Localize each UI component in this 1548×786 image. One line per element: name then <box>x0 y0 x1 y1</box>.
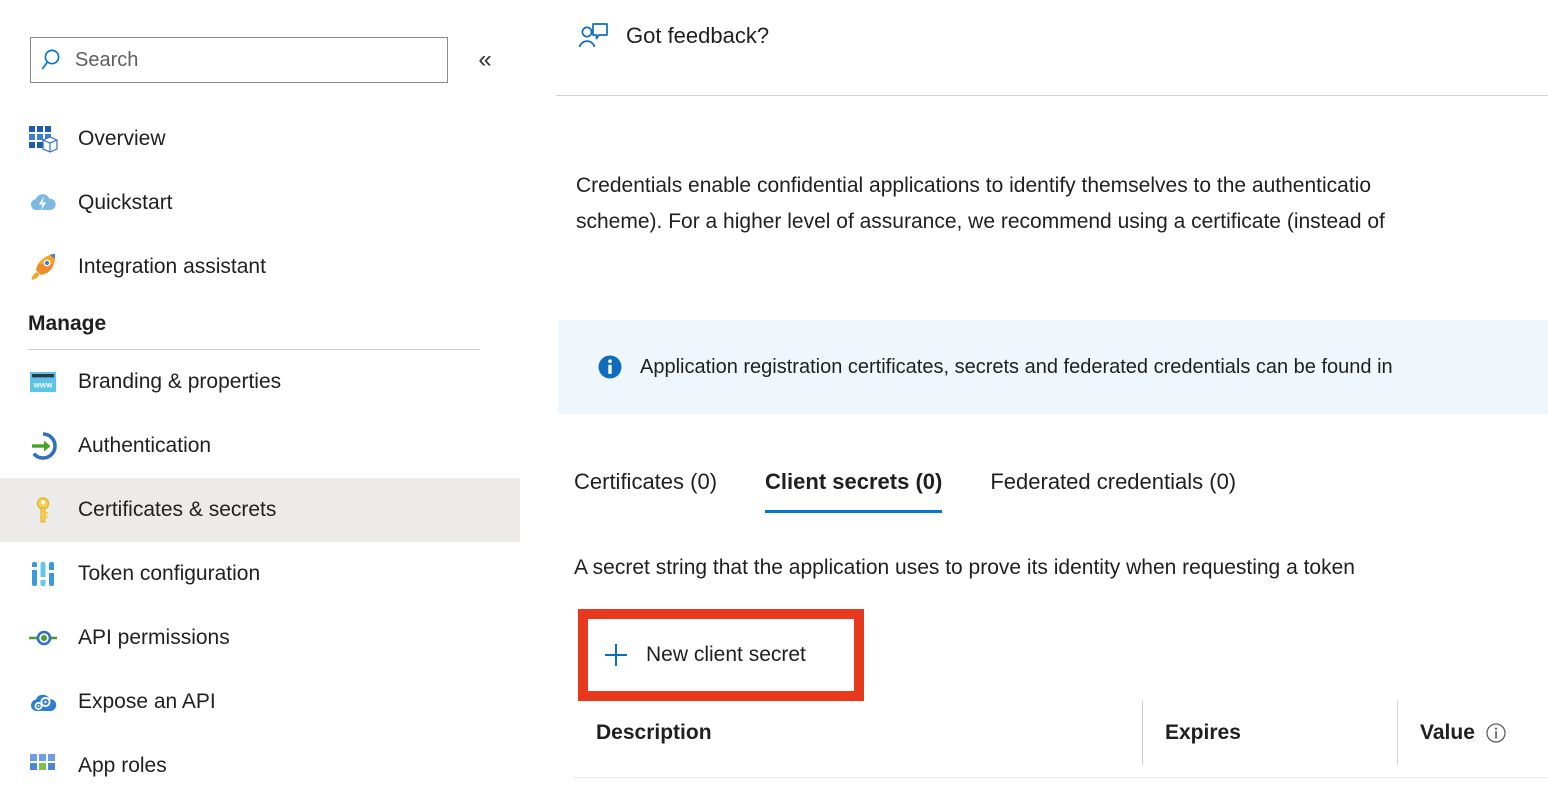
table-header-divider <box>574 777 1548 778</box>
sidebar-item-label: Certificates & secrets <box>78 497 276 523</box>
got-feedback-button[interactable]: Got feedback? <box>576 19 769 53</box>
tab-client-secrets[interactable]: Client secrets (0) <box>765 468 942 513</box>
sidebar-item-label: Overview <box>78 126 166 152</box>
credentials-intro-text: Credentials enable confidential applicat… <box>576 168 1548 240</box>
browser-www-icon: www <box>28 367 58 397</box>
command-bar-divider <box>556 95 1548 96</box>
sidebar-item-app-roles[interactable]: App roles <box>0 734 520 786</box>
sidebar-item-label: Branding & properties <box>78 369 281 395</box>
api-node-icon <box>28 623 58 653</box>
sign-in-arrow-icon <box>28 431 58 461</box>
client-secrets-table: Description Expires Value <box>574 701 1548 765</box>
sidebar-section-title: Manage <box>28 311 520 349</box>
sidebar-item-authentication[interactable]: Authentication <box>0 414 520 478</box>
azure-portal-page: « <box>0 0 1548 786</box>
overview-grid-icon <box>28 124 58 154</box>
new-client-secret-button[interactable]: New client secret <box>588 619 854 691</box>
column-header-label: Value <box>1420 720 1475 746</box>
sidebar-item-quickstart[interactable]: Quickstart <box>0 171 520 235</box>
sidebar-item-label: Integration assistant <box>78 254 266 280</box>
cloud-gears-icon <box>28 687 58 717</box>
column-header-label: Description <box>596 720 712 746</box>
sidebar-item-expose-an-api[interactable]: Expose an API <box>0 670 520 734</box>
credential-tabs: Certificates (0) Client secrets (0) Fede… <box>574 468 1236 513</box>
search-icon <box>41 47 67 73</box>
search-input[interactable] <box>75 48 437 72</box>
rocket-icon <box>28 252 58 282</box>
sidebar: « <box>0 0 556 786</box>
sidebar-item-label: App roles <box>78 753 167 779</box>
sidebar-item-token-configuration[interactable]: Token configuration <box>0 542 520 606</box>
key-icon <box>28 495 58 525</box>
table-header-row: Description Expires Value <box>574 701 1548 765</box>
column-header-value: Value <box>1397 701 1548 765</box>
sidebar-item-integration-assistant[interactable]: Integration assistant <box>0 235 520 299</box>
column-header-expires: Expires <box>1142 701 1397 765</box>
sidebar-item-label: Expose an API <box>78 689 216 715</box>
svg-text:www: www <box>33 381 53 390</box>
sidebar-item-overview[interactable]: Overview <box>0 107 520 171</box>
sidebar-item-certificates-secrets[interactable]: Certificates & secrets <box>0 478 520 542</box>
sidebar-item-branding-properties[interactable]: www Branding & properties <box>0 350 520 414</box>
sidebar-item-label: Authentication <box>78 433 211 459</box>
collapse-sidebar-button[interactable]: « <box>470 45 500 75</box>
new-client-secret-label: New client secret <box>646 642 806 668</box>
sidebar-item-label: Quickstart <box>78 190 173 216</box>
app-roles-grid-icon <box>28 751 58 781</box>
sidebar-item-label: API permissions <box>78 625 230 651</box>
client-secrets-description: A secret string that the application use… <box>574 553 1355 583</box>
info-banner-text: Application registration certificates, s… <box>640 354 1393 380</box>
column-header-label: Expires <box>1165 720 1241 746</box>
tab-federated-credentials[interactable]: Federated credentials (0) <box>990 468 1236 513</box>
sidebar-nav: Overview Quickstart <box>0 107 556 786</box>
sidebar-search-row: « <box>30 37 520 83</box>
tab-certificates[interactable]: Certificates (0) <box>574 468 717 513</box>
info-banner: Application registration certificates, s… <box>558 320 1548 414</box>
person-feedback-icon <box>576 19 610 53</box>
cloud-lightning-icon <box>28 188 58 218</box>
sidebar-item-api-permissions[interactable]: API permissions <box>0 606 520 670</box>
sidebar-section-manage: Manage <box>0 311 520 350</box>
column-header-description: Description <box>574 701 1142 765</box>
info-icon <box>596 353 624 381</box>
command-bar: Got feedback? <box>556 0 1548 71</box>
sidebar-item-label: Token configuration <box>78 561 260 587</box>
search-input-wrapper[interactable] <box>30 37 448 83</box>
sliders-icon <box>28 559 58 589</box>
plus-icon <box>602 641 630 669</box>
value-info-icon[interactable] <box>1485 722 1507 744</box>
got-feedback-label: Got feedback? <box>626 22 769 50</box>
main-content: Got feedback? Credentials enable confide… <box>556 0 1548 786</box>
